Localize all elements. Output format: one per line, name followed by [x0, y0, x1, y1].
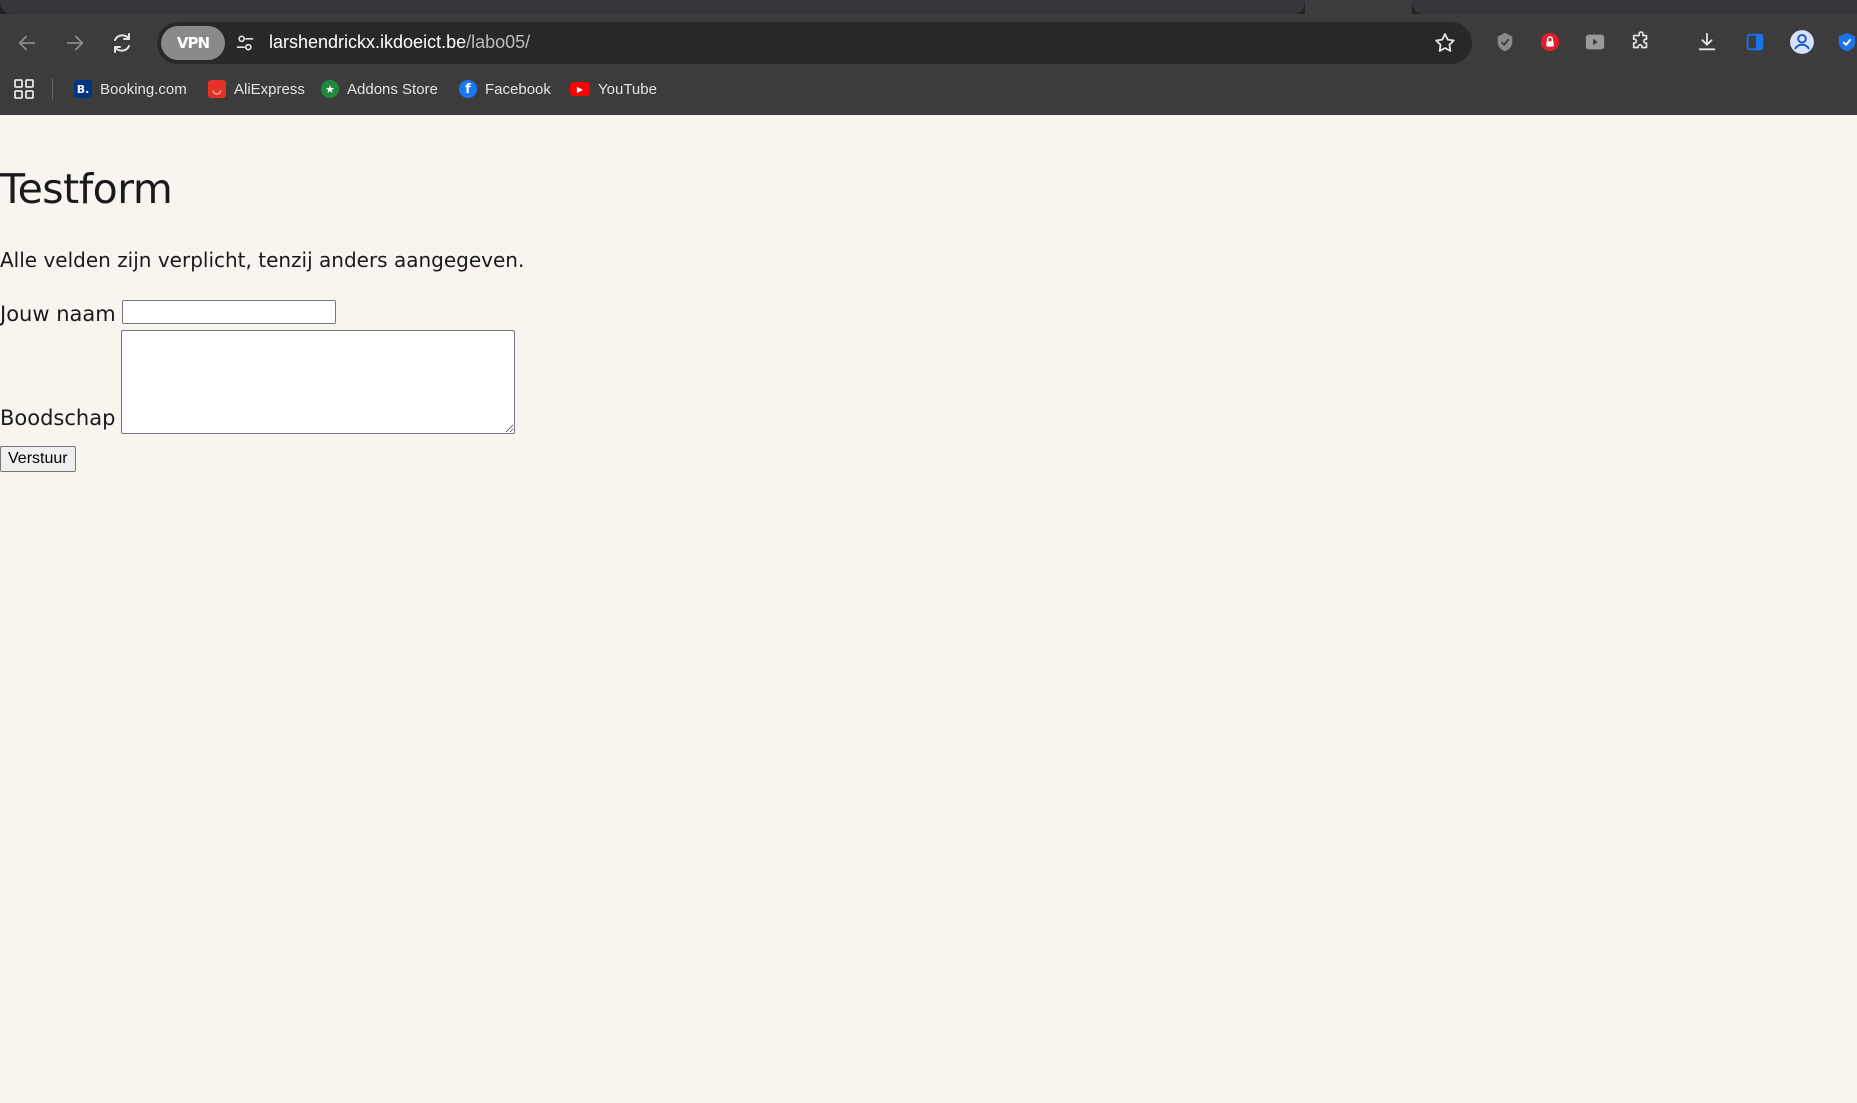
bookmarks-bar: B. Booking.com ◡ AliExpress ★ Addons Sto… [0, 72, 1857, 106]
name-field-row: Jouw naam [0, 300, 336, 326]
name-input[interactable] [121, 300, 336, 324]
bookmark-label: AliExpress [234, 80, 305, 98]
aliexpress-icon: ◡ [208, 80, 226, 98]
tab-active[interactable] [1305, 0, 1412, 14]
back-button[interactable] [10, 26, 44, 60]
extensions-button[interactable] [1626, 27, 1656, 57]
submit-button[interactable]: Verstuur [0, 446, 76, 472]
tab-strip [0, 0, 1857, 14]
side-panel-button[interactable] [1740, 27, 1770, 57]
addons-store-icon: ★ [321, 80, 339, 98]
browser-chrome: VPN larshendrickx.ikdoeict.be/labo05/ B.… [0, 0, 1857, 115]
extension-shield-button[interactable] [1490, 27, 1520, 57]
site-info-button[interactable] [229, 27, 261, 59]
video-player-icon [1585, 34, 1605, 50]
vpn-badge[interactable]: VPN [161, 26, 225, 60]
tune-icon [236, 35, 254, 51]
page-content: Testform Alle velden zijn verplicht, ten… [0, 115, 1857, 1103]
youtube-icon: ▶ [570, 82, 590, 96]
message-field-row: Boodschap [0, 330, 516, 434]
star-icon [1435, 33, 1455, 52]
facebook-icon: f [459, 80, 477, 98]
profile-avatar-icon [1790, 30, 1814, 54]
forward-button[interactable] [58, 26, 92, 60]
apps-grid-icon[interactable] [13, 78, 35, 100]
shield-blue-icon [1838, 32, 1856, 52]
url-host: larshendrickx.ikdoeict.be [269, 32, 467, 52]
reload-button[interactable] [105, 26, 139, 60]
download-icon [1698, 32, 1716, 51]
tab-inactive[interactable] [0, 0, 1305, 14]
bookmark-aliexpress[interactable]: ◡ AliExpress [208, 76, 305, 102]
page-title: Testform [0, 165, 173, 213]
downloads-button[interactable] [1692, 27, 1722, 57]
shield-check-icon [1497, 32, 1513, 52]
message-label: Boodschap [0, 406, 116, 430]
reload-icon [114, 33, 130, 53]
tab-inactive[interactable] [1412, 0, 1857, 14]
name-label: Jouw naam [0, 302, 116, 326]
profile-button[interactable] [1787, 27, 1817, 57]
url-text[interactable]: larshendrickx.ikdoeict.be/labo05/ [269, 32, 530, 53]
booking-icon: B. [74, 80, 92, 98]
bookmark-addons-store[interactable]: ★ Addons Store [321, 76, 438, 102]
url-path: /labo05/ [466, 32, 531, 52]
bookmark-facebook[interactable]: f Facebook [459, 76, 551, 102]
side-panel-icon [1746, 33, 1764, 51]
bookmark-label: YouTube [598, 80, 657, 98]
bookmark-star-button[interactable] [1432, 30, 1458, 56]
bookmark-youtube[interactable]: ▶ YouTube [570, 76, 657, 102]
extension-lock-button[interactable] [1535, 27, 1565, 57]
vpn-badge-label: VPN [176, 34, 210, 52]
lock-icon [1540, 32, 1560, 52]
arrow-right-icon [66, 35, 84, 51]
bookmark-label: Booking.com [100, 80, 187, 98]
extension-bitwarden-button[interactable] [1832, 27, 1857, 57]
arrow-left-icon [18, 35, 36, 51]
form-intro-text: Alle velden zijn verplicht, tenzij ander… [0, 248, 525, 272]
bookmarks-separator [52, 78, 53, 100]
message-textarea[interactable] [121, 330, 516, 434]
bookmark-booking[interactable]: B. Booking.com [74, 76, 187, 102]
bookmark-label: Facebook [485, 80, 551, 98]
bookmark-label: Addons Store [347, 80, 438, 98]
extension-media-button[interactable] [1580, 27, 1610, 57]
puzzle-icon [1632, 31, 1648, 49]
address-bar[interactable]: VPN larshendrickx.ikdoeict.be/labo05/ [157, 22, 1472, 64]
